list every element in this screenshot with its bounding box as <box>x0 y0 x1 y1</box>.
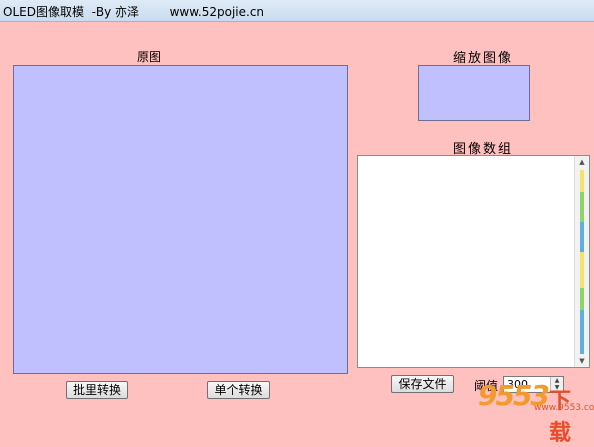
window-title: OLED图像取模 -By 亦泽 www.52pojie.cn <box>3 5 265 19</box>
image-array-textarea[interactable]: ▲ ▼ <box>357 155 590 368</box>
save-file-button[interactable]: 保存文件 <box>391 375 454 393</box>
scaled-image-pane <box>418 65 530 121</box>
vertical-scrollbar[interactable]: ▲ ▼ <box>574 156 589 367</box>
watermark-url: www.9553.com <box>534 403 594 413</box>
site-watermark-logo: 9553 下载 www.9553.com <box>478 379 594 446</box>
scroll-down-icon[interactable]: ▼ <box>575 355 589 367</box>
scaled-image-label: 缩放图像 <box>453 51 514 66</box>
batch-convert-button[interactable]: 批里转换 <box>66 381 128 399</box>
original-image-label: 原图 <box>137 50 162 64</box>
original-image-pane <box>13 65 348 374</box>
scroll-marker <box>580 170 584 192</box>
scroll-marker <box>580 192 584 222</box>
scroll-up-icon[interactable]: ▲ <box>575 156 589 168</box>
scroll-marker <box>580 310 584 354</box>
scroll-marker <box>580 222 584 252</box>
single-convert-button[interactable]: 单个转换 <box>207 381 270 399</box>
scroll-marker <box>580 288 584 310</box>
title-bar: OLED图像取模 -By 亦泽 www.52pojie.cn <box>0 0 594 22</box>
watermark-download: 下载 <box>549 389 572 446</box>
scroll-marker <box>580 252 584 288</box>
